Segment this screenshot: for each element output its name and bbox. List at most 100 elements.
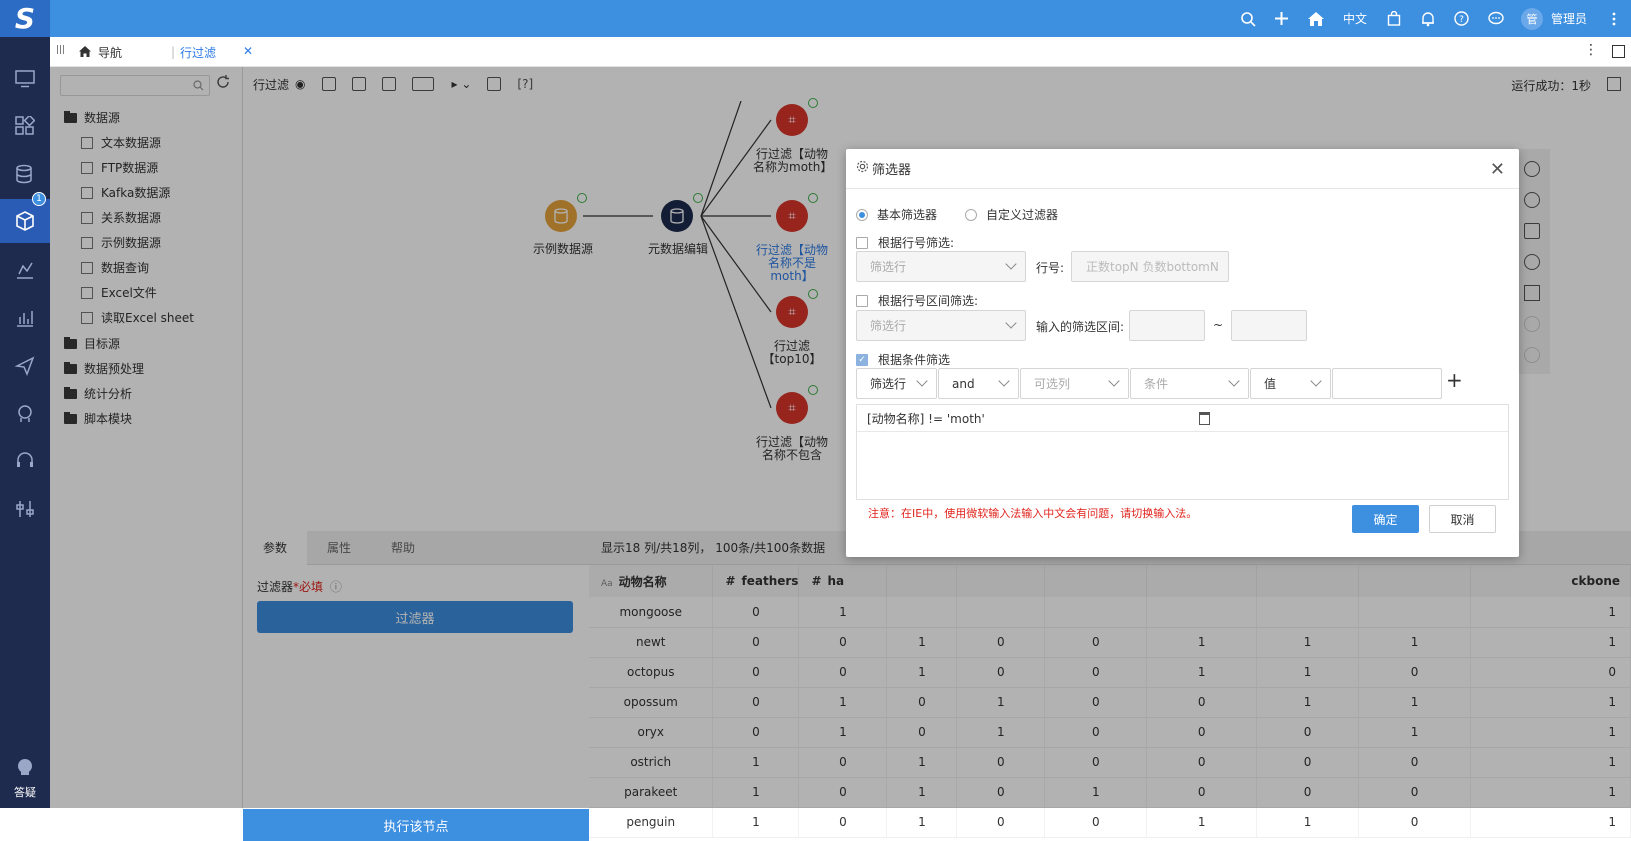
radio-selected[interactable] (856, 208, 868, 221)
checkbox-by-row[interactable]: 根据行号筛选: (856, 234, 954, 251)
table-cell: penguin (589, 807, 714, 838)
table-row[interactable]: penguin 1 0 1 0 0 1 1 0 1 (589, 807, 1631, 838)
search-icon[interactable] (1239, 10, 1257, 28)
send-icon[interactable] (0, 344, 50, 388)
radio-unselected[interactable] (965, 208, 977, 221)
home-icon (78, 45, 92, 61)
bag-icon[interactable] (1385, 10, 1403, 28)
table-cell: 1 (886, 807, 958, 838)
maximize-icon[interactable] (1612, 45, 1625, 58)
gear-icon (856, 160, 869, 177)
tab-bar: ||| 导航 | 行过滤 ✕ ⋮ (50, 37, 1631, 67)
confirm-button[interactable]: 确定 (1352, 505, 1419, 533)
table-cell: 0 (956, 807, 1046, 838)
table-cell: 1 (712, 807, 800, 838)
dialog-title: 筛选器 (872, 163, 912, 178)
chevron-down-icon (1005, 258, 1017, 270)
range-select-dropdown[interactable]: 筛选行 (856, 310, 1026, 341)
help-label: 答疑 (14, 786, 36, 799)
ie-warning: 注意：在IE中，使用微软输入法输入中文会有问题，请切换输入法。 (868, 507, 1198, 520)
tab-row-filter[interactable]: 行过滤 (180, 44, 216, 61)
dashboard-icon[interactable] (0, 104, 50, 148)
support-icon (0, 757, 50, 780)
cube-icon[interactable]: 1 (0, 192, 50, 243)
avatar[interactable]: 管 (1520, 7, 1543, 30)
row-no-label: 行号: (1036, 261, 1065, 275)
dialog-header: 筛选器 (846, 149, 1519, 189)
filter-dialog: 筛选器 ✕ 基本筛选器 自定义过滤器 根据行号筛选: 筛选行 行号: 正数top… (846, 149, 1519, 557)
radio-basic[interactable]: 基本筛选器 (856, 206, 937, 223)
add-condition-icon[interactable]: + (1446, 368, 1463, 392)
language-switch[interactable]: 中文 (1343, 10, 1367, 28)
range-start-input[interactable] (1129, 310, 1205, 341)
radio-custom[interactable]: 自定义过滤器 (965, 206, 1058, 223)
checkbox-checked[interactable]: ✓ (856, 353, 868, 366)
row-select-dropdown[interactable]: 筛选行 (856, 251, 1026, 282)
row-no-input[interactable]: 正数topN 负数bottomN (1071, 251, 1229, 282)
range-label: 输入的筛选区间: (1036, 320, 1125, 334)
condition-logic-dropdown[interactable]: and (938, 368, 1019, 399)
condition-value-input[interactable] (1332, 368, 1442, 399)
user-name[interactable]: 管理员 (1551, 10, 1587, 27)
brain-icon[interactable] (0, 392, 50, 436)
report-icon[interactable] (0, 248, 50, 292)
top-actions: 中文 ? 管 管理员 (1231, 0, 1631, 37)
condition-text: [动物名称] != 'moth' (867, 411, 985, 426)
chevron-down-icon (916, 375, 928, 387)
more-vertical-icon[interactable]: ⋮ (1584, 42, 1598, 58)
condition-list: [动物名称] != 'moth' (856, 404, 1509, 500)
tab-divider: | (171, 45, 176, 59)
help-center[interactable]: 答疑 (0, 757, 50, 800)
range-end-input[interactable] (1231, 310, 1307, 341)
close-icon[interactable]: ✕ (243, 44, 253, 58)
tab-home-label: 导航 (98, 46, 123, 60)
table-cell: 1 (1470, 807, 1631, 838)
table-cell: 0 (798, 807, 888, 838)
collapse-handle-icon[interactable]: ||| (56, 45, 65, 55)
execute-node-button[interactable]: 执行该节点 (243, 809, 589, 841)
top-bar: S 中文 ? 管 管理员 (0, 0, 1631, 37)
table-cell: 0 (1044, 807, 1148, 838)
monitor-icon[interactable] (0, 57, 50, 101)
cancel-button[interactable]: 取消 (1429, 505, 1496, 533)
tools-icon[interactable] (0, 487, 50, 531)
home-icon[interactable] (1307, 10, 1325, 28)
condition-value-type-dropdown[interactable]: 值 (1250, 368, 1331, 399)
condition-item[interactable]: [动物名称] != 'moth' (857, 405, 1508, 432)
database-icon[interactable] (0, 152, 50, 196)
chat-icon[interactable] (1487, 10, 1505, 28)
main-sidebar: 1 答疑 (0, 37, 50, 808)
app-logo[interactable]: S (0, 0, 50, 37)
condition-operator-dropdown[interactable]: 条件 (1130, 368, 1249, 399)
table-cell: 1 (1256, 807, 1360, 838)
checkbox-by-condition[interactable]: ✓ 根据条件筛选 (856, 351, 950, 368)
checkbox-label: 根据条件筛选 (878, 353, 951, 367)
table-cell: 0 (1358, 807, 1471, 838)
chevron-down-icon (1310, 375, 1322, 387)
checkbox[interactable] (856, 294, 868, 307)
add-icon[interactable] (1273, 10, 1291, 28)
checkbox-by-range[interactable]: 根据行号区间筛选: (856, 292, 978, 309)
close-icon[interactable]: ✕ (1490, 159, 1505, 180)
bar-chart-icon[interactable] (0, 296, 50, 340)
table-cell: 1 (1146, 807, 1258, 838)
svg-text:?: ? (1460, 15, 1465, 25)
checkbox-label: 根据行号区间筛选: (878, 294, 979, 308)
condition-column-dropdown[interactable]: 可选列 (1020, 368, 1129, 399)
help-icon[interactable]: ? (1453, 10, 1471, 28)
notification-badge: 1 (32, 192, 46, 206)
headset-icon[interactable] (0, 439, 50, 483)
trash-icon[interactable] (1199, 412, 1210, 425)
chevron-down-icon (998, 375, 1010, 387)
radio-label: 基本筛选器 (877, 208, 938, 222)
chevron-down-icon (1005, 317, 1017, 329)
radio-label: 自定义过滤器 (986, 208, 1059, 222)
checkbox[interactable] (856, 236, 868, 249)
more-vertical-icon[interactable] (1605, 10, 1623, 28)
condition-row-dropdown[interactable]: 筛选行 (856, 368, 937, 399)
bell-icon[interactable] (1419, 10, 1437, 28)
checkbox-label: 根据行号筛选: (878, 236, 955, 250)
chevron-down-icon (1228, 375, 1240, 387)
range-tilde: ~ (1213, 318, 1224, 332)
tab-home[interactable]: 导航 (78, 44, 122, 61)
